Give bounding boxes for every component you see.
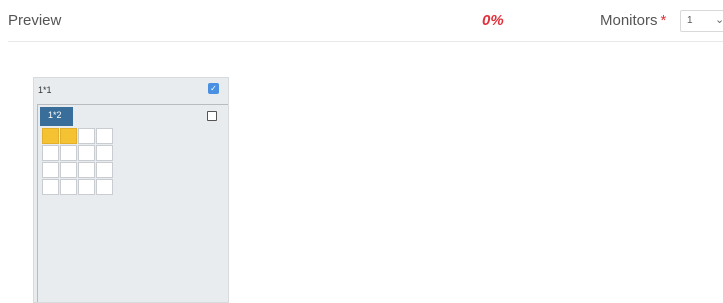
grid-cell[interactable] bbox=[42, 179, 59, 195]
grid-cell[interactable] bbox=[42, 162, 59, 178]
grid-cell[interactable] bbox=[96, 179, 113, 195]
grid-cell[interactable] bbox=[78, 162, 95, 178]
progress-percent: 0% bbox=[482, 12, 504, 29]
grid-cell[interactable] bbox=[60, 162, 77, 178]
monitors-label: Monitors * bbox=[600, 12, 666, 29]
page-title: Preview bbox=[8, 12, 62, 29]
grid-cell[interactable] bbox=[78, 179, 95, 195]
grid-cell[interactable] bbox=[42, 128, 59, 144]
grid-cell[interactable] bbox=[60, 128, 77, 144]
layout-card-checkbox[interactable]: ✓ bbox=[208, 83, 219, 94]
chevron-down-icon: ⌄ bbox=[715, 14, 723, 26]
grid-cell[interactable] bbox=[60, 179, 77, 195]
grid-cell[interactable] bbox=[78, 145, 95, 161]
preview-header: Preview 0% Monitors * 1 ⌄ bbox=[0, 0, 723, 42]
inner-layout-tag: 1*2 bbox=[40, 107, 73, 126]
header-divider bbox=[8, 41, 723, 42]
grid-cell[interactable] bbox=[96, 128, 113, 144]
grid-cell[interactable] bbox=[96, 162, 113, 178]
grid-cell[interactable] bbox=[42, 145, 59, 161]
grid-cell[interactable] bbox=[60, 145, 77, 161]
monitor-grid bbox=[42, 128, 116, 198]
monitors-select-value: 1 bbox=[687, 15, 693, 26]
layout-card-label: 1*1 bbox=[38, 85, 52, 95]
grid-cell[interactable] bbox=[96, 145, 113, 161]
monitors-label-text: Monitors bbox=[600, 12, 658, 29]
monitors-select[interactable]: 1 ⌄ bbox=[680, 10, 723, 32]
inner-layout-checkbox[interactable] bbox=[207, 111, 217, 121]
required-marker: * bbox=[660, 12, 667, 29]
grid-cell[interactable] bbox=[78, 128, 95, 144]
layout-card[interactable]: 1*1 ✓ 1*2 bbox=[33, 77, 229, 303]
